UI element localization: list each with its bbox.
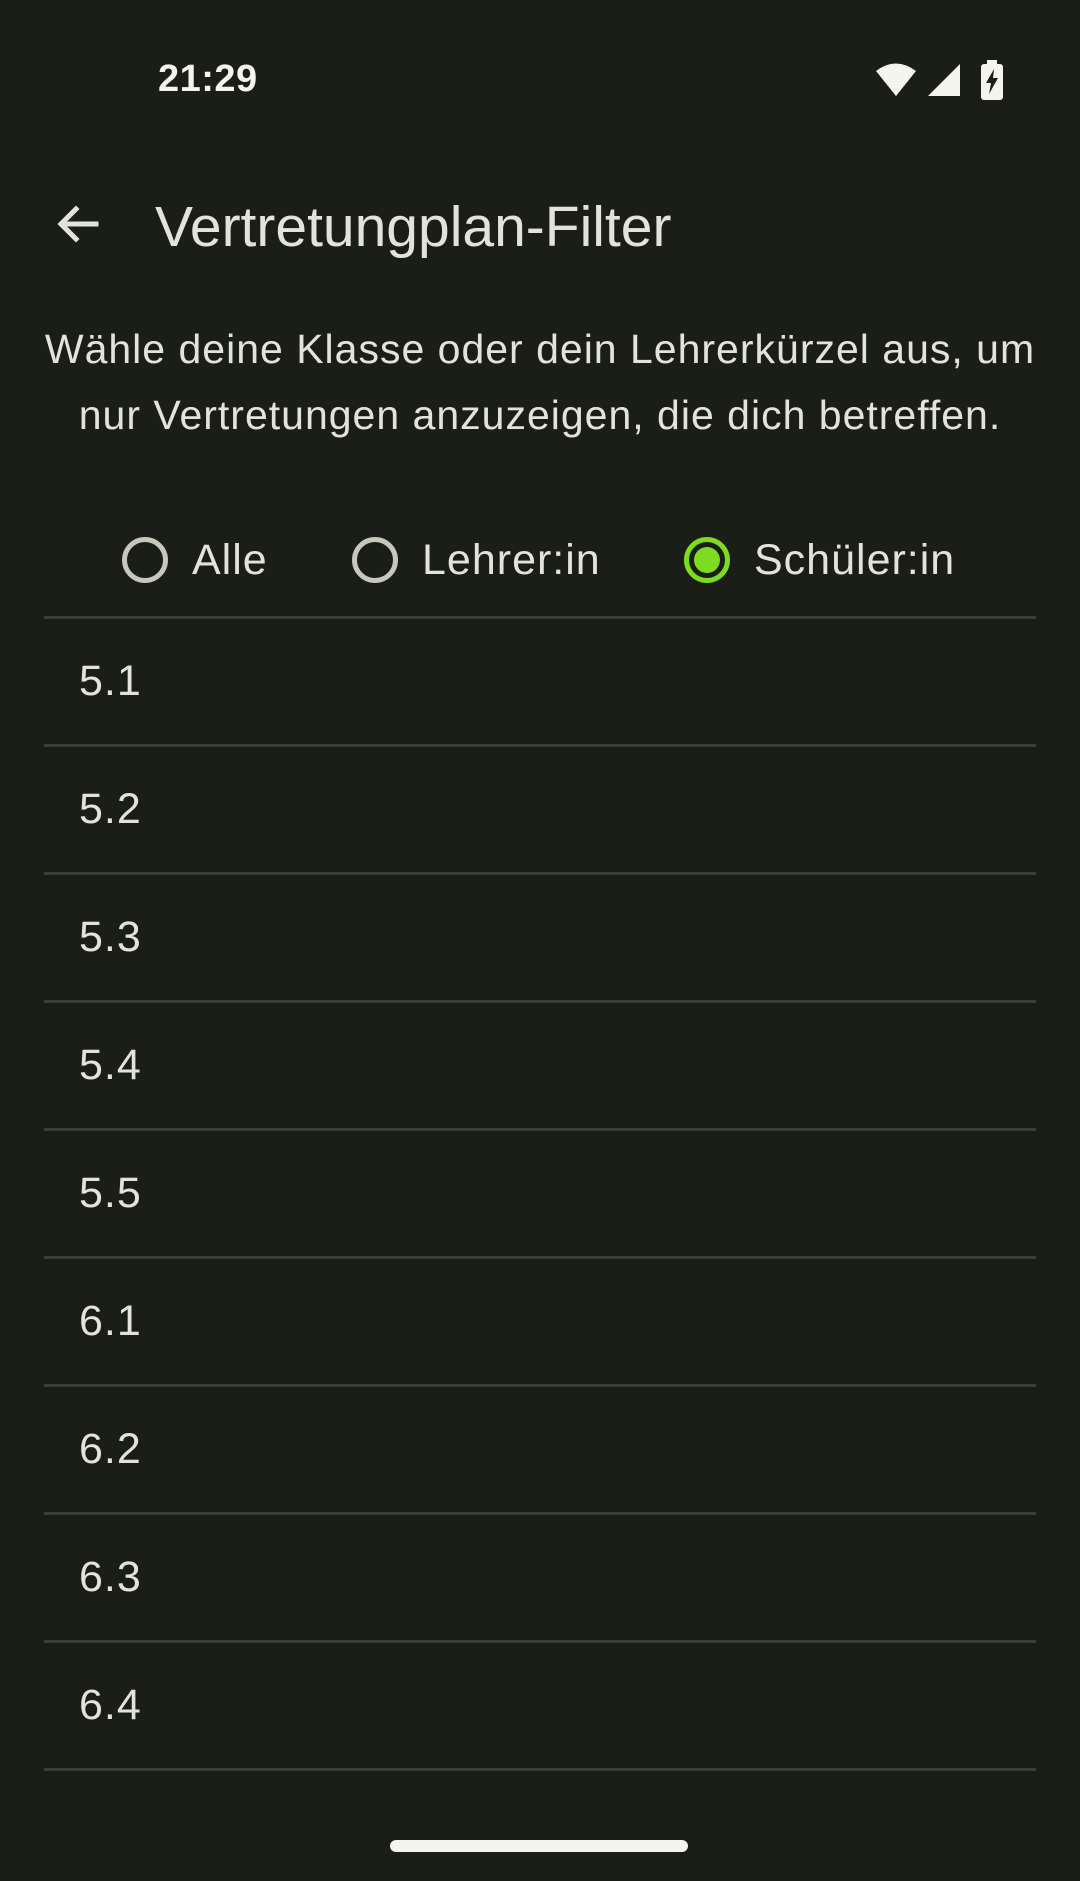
class-item-5-3[interactable]: 5.3 <box>44 875 1036 1003</box>
home-indicator[interactable] <box>390 1840 688 1852</box>
class-item-6-2[interactable]: 6.2 <box>44 1387 1036 1515</box>
arrow-back-icon <box>54 200 102 253</box>
class-item-6-3[interactable]: 6.3 <box>44 1515 1036 1643</box>
class-list: 5.1 5.2 5.3 5.4 5.5 6.1 6.2 6.3 6.4 <box>44 616 1036 1771</box>
class-item-5-5[interactable]: 5.5 <box>44 1131 1036 1259</box>
radio-unchecked-icon <box>352 537 398 583</box>
signal-icon <box>926 62 962 103</box>
status-icons <box>874 59 1004 105</box>
class-item-6-4[interactable]: 6.4 <box>44 1643 1036 1771</box>
radio-label-alle: Alle <box>192 535 268 584</box>
back-button[interactable] <box>42 190 114 262</box>
radio-label-lehrer: Lehrer:in <box>422 535 601 584</box>
filter-radio-group: Alle Lehrer:in Schüler:in <box>0 528 1080 592</box>
radio-checked-icon <box>684 537 730 583</box>
class-item-5-1[interactable]: 5.1 <box>44 619 1036 747</box>
app-bar: Vertretungplan-Filter <box>0 180 1080 272</box>
radio-option-alle[interactable]: Alle <box>122 528 268 592</box>
wifi-icon <box>874 62 918 103</box>
battery-charging-icon <box>980 59 1004 105</box>
screen: 21:29 Vertretungplan-Filter Wähle deine … <box>0 0 1080 1881</box>
class-item-5-4[interactable]: 5.4 <box>44 1003 1036 1131</box>
radio-label-schueler: Schüler:in <box>754 535 956 584</box>
radio-option-schueler[interactable]: Schüler:in <box>684 528 955 592</box>
radio-option-lehrer[interactable]: Lehrer:in <box>352 528 601 592</box>
filter-description: Wähle deine Klasse oder dein Lehrerkürze… <box>44 326 1036 438</box>
status-time: 21:29 <box>158 58 258 100</box>
page-title: Vertretungplan-Filter <box>155 195 672 259</box>
class-item-6-1[interactable]: 6.1 <box>44 1259 1036 1387</box>
class-item-5-2[interactable]: 5.2 <box>44 747 1036 875</box>
status-bar: 21:29 <box>0 0 1080 140</box>
radio-unchecked-icon <box>122 537 168 583</box>
radio-dot <box>694 547 720 573</box>
